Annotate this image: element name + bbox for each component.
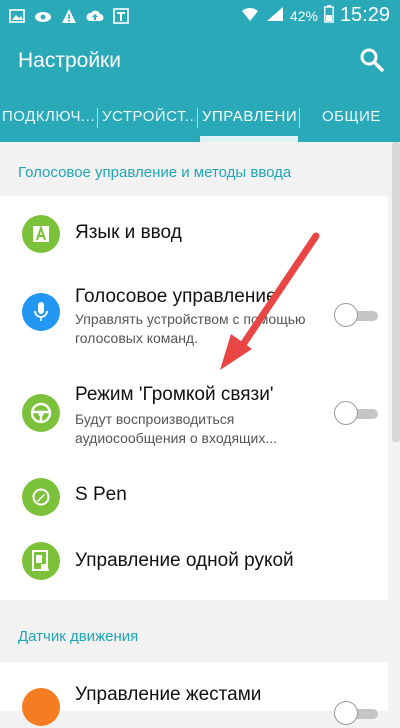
tab-general[interactable]: ОБЩИЕ (322, 108, 392, 125)
gesture-icon (22, 688, 60, 726)
status-right: 42% 15:29 (240, 4, 390, 27)
tab-divider (97, 108, 98, 128)
list-item-voice-control[interactable]: Голосовое управление Управлять устройств… (0, 270, 388, 358)
search-button[interactable] (358, 46, 386, 74)
list-item-car-mode[interactable]: Режим 'Громкой связи' Будут воспроизводи… (0, 368, 388, 458)
battery-percent: 42% (289, 7, 318, 24)
item-title: Голосовое управление (75, 286, 277, 307)
cloud-eye-icon (34, 7, 52, 25)
list-item-one-hand[interactable]: Управление одной рукой (0, 530, 388, 594)
list-item-gestures[interactable]: Управление жестами (0, 662, 388, 726)
cloud-upload-icon (86, 7, 104, 25)
search-icon (360, 48, 384, 72)
tab-controls[interactable]: УПРАВЛЕНИЕ (202, 108, 296, 125)
steering-wheel-icon (22, 394, 60, 432)
tab-connections[interactable]: ПОДКЛЮЧ... (2, 108, 94, 125)
car-mode-toggle[interactable] (334, 398, 380, 428)
item-title: Язык и ввод (75, 222, 182, 243)
status-bar: 42% 15:29 (0, 0, 400, 32)
item-subtitle: Будут воспроизводиться аудиосообщения о … (75, 411, 278, 446)
microphone-icon (22, 293, 60, 331)
warning-icon (60, 7, 78, 25)
scrollbar[interactable] (392, 142, 400, 442)
gallery-icon (8, 7, 26, 25)
section-title-motion: Датчик движения (18, 628, 139, 645)
text-box-icon (112, 7, 130, 25)
tab-indicator (200, 136, 298, 142)
tab-bar: ПОДКЛЮЧ... УСТРОЙСТ... УПРАВЛЕНИЕ ОБЩИЕ (0, 92, 400, 142)
item-title: Управление жестами (75, 684, 262, 705)
gestures-toggle[interactable] (334, 698, 380, 728)
tab-divider (299, 108, 300, 128)
list-item-language[interactable]: Язык и ввод (0, 200, 388, 268)
app-bar: Настройки (0, 32, 400, 92)
pen-icon (22, 478, 60, 516)
item-subtitle: Управлять устройством с помощью голосовы… (75, 311, 306, 346)
item-title: S Pen (75, 484, 127, 505)
tab-device[interactable]: УСТРОЙСТ... (102, 108, 196, 125)
toggle-thumb (334, 401, 358, 425)
wifi-icon (240, 6, 260, 25)
battery-icon (324, 5, 334, 26)
signal-icon (266, 6, 284, 25)
list-item-s-pen[interactable]: S Pen (0, 466, 388, 528)
page-title: Настройки (18, 49, 121, 72)
section-title-voice: Голосовое управление и методы ввода (18, 164, 292, 181)
item-title: Управление одной рукой (75, 550, 294, 571)
one-hand-icon (22, 542, 60, 580)
clock: 15:29 (339, 4, 390, 26)
toggle-thumb (334, 303, 358, 327)
tab-divider (197, 108, 198, 128)
language-icon (22, 215, 60, 253)
item-title: Режим 'Громкой связи' (75, 384, 274, 405)
notification-icons (8, 7, 130, 25)
voice-control-toggle[interactable] (334, 300, 380, 330)
toggle-thumb (334, 701, 358, 725)
